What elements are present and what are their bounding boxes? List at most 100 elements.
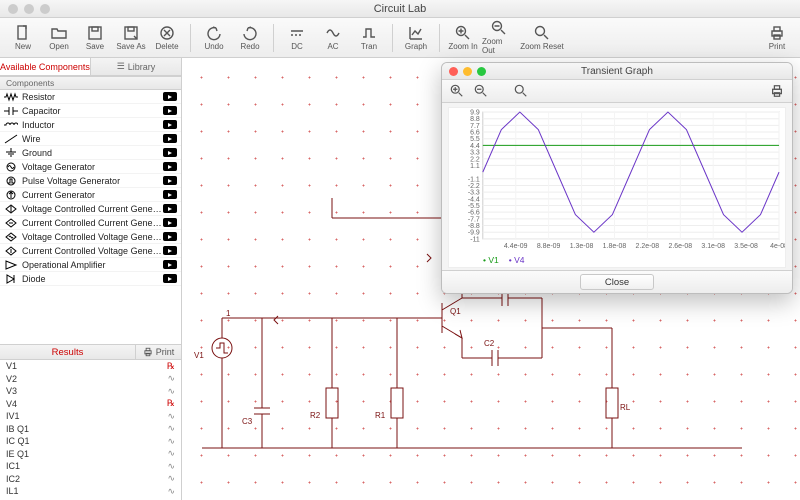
result-row[interactable]: V4℞ [0,398,181,411]
saveas-button[interactable]: Save As [114,20,148,56]
component-item-vcvg[interactable]: Voltage Controlled Voltage Generator [0,230,181,244]
graph-close-button[interactable]: Close [580,274,654,290]
component-item-capacitor[interactable]: Capacitor [0,104,181,118]
zoomreset-button[interactable]: Zoom Reset [518,20,566,56]
tab-available-components[interactable]: Available Components [0,58,91,75]
graph-print-button[interactable] [768,82,786,100]
result-row[interactable]: V2∿ [0,373,181,386]
play-badge-icon[interactable] [163,148,177,157]
main-toolbar: New Open Save Save As Delete Undo Redo D… [0,18,800,58]
component-item-resistor[interactable]: Resistor [0,90,181,104]
ac-button[interactable]: AC [316,20,350,56]
play-badge-icon[interactable] [163,246,177,255]
graph-min-dot[interactable] [463,67,472,76]
new-button[interactable]: New [6,20,40,56]
svg-text:1: 1 [226,309,231,318]
new-file-icon [15,25,31,41]
play-badge-icon[interactable] [163,120,177,129]
graph-zoomin-button[interactable] [448,82,466,100]
play-badge-icon[interactable] [163,92,177,101]
result-row[interactable]: IE Q1∿ [0,448,181,461]
results-print-button[interactable]: Print [135,345,181,359]
component-item-ground[interactable]: Ground [0,146,181,160]
component-item-vgen[interactable]: Voltage Generator [0,160,181,174]
play-badge-icon[interactable] [163,204,177,213]
save-button[interactable]: Save [78,20,112,56]
delete-button[interactable]: Delete [150,20,184,56]
result-label: V3 [6,386,155,396]
sidebar: Available Components ☰Library Components… [0,58,182,500]
svg-text:R2: R2 [310,411,321,420]
result-row[interactable]: IV1∿ [0,410,181,423]
dc-button[interactable]: DC [280,20,314,56]
svg-text:2.6e-08: 2.6e-08 [668,243,692,250]
diode-icon [4,273,18,285]
graph-close-dot[interactable] [449,67,458,76]
dc-icon [289,25,305,41]
result-glyph-icon: ∿ [155,423,175,434]
result-glyph-icon: ∿ [155,473,175,484]
component-item-igen[interactable]: Current Generator [0,188,181,202]
component-name: Resistor [22,92,163,102]
graph-zoomreset-button[interactable] [512,82,530,100]
play-badge-icon[interactable] [163,134,177,143]
print-button[interactable]: Print [760,20,794,56]
graph-zoom-dot[interactable] [477,67,486,76]
result-label: IB Q1 [6,424,155,434]
result-row[interactable]: IB Q1∿ [0,423,181,436]
play-badge-icon[interactable] [163,190,177,199]
play-badge-icon[interactable] [163,232,177,241]
play-badge-icon[interactable] [163,162,177,171]
component-item-diode[interactable]: Diode [0,272,181,286]
tab-library[interactable]: ☰Library [91,58,181,75]
results-header-label: Results [0,347,135,358]
result-row[interactable]: IC1∿ [0,460,181,473]
component-item-inductor[interactable]: Inductor [0,118,181,132]
play-badge-icon[interactable] [163,274,177,283]
result-label: V1 [6,361,155,371]
undo-button[interactable]: Undo [197,20,231,56]
svg-text:Q1: Q1 [450,307,461,316]
ac-icon [325,25,341,41]
play-badge-icon[interactable] [163,260,177,269]
component-item-opamp[interactable]: Operational Amplifier [0,258,181,272]
zoom-window-dot[interactable] [40,4,50,14]
zoomout-label: Zoom Out [482,37,516,55]
redo-button[interactable]: Redo [233,20,267,56]
igen-icon [4,189,18,201]
component-item-pulse[interactable]: Pulse Voltage Generator [0,174,181,188]
close-window-dot[interactable] [8,4,18,14]
play-badge-icon[interactable] [163,106,177,115]
tran-icon [361,25,377,41]
vcig-icon [4,203,18,215]
component-item-vcig[interactable]: Voltage Controlled Current Generator [0,202,181,216]
tran-button[interactable]: Tran [352,20,386,56]
window-controls [8,4,50,14]
open-button[interactable]: Open [42,20,76,56]
play-badge-icon[interactable] [163,176,177,185]
play-badge-icon[interactable] [163,218,177,227]
component-item-wire[interactable]: Wire [0,132,181,146]
component-name: Inductor [22,120,163,130]
component-name: Current Controlled Current Generator [22,218,163,228]
component-item-ccig[interactable]: Current Controlled Current Generator [0,216,181,230]
result-row[interactable]: IL1∿ [0,485,181,498]
transient-graph-window[interactable]: Transient Graph 9.98.87.76.65.54.43.32.2… [441,62,793,294]
zoomout-button[interactable]: Zoom Out [482,20,516,56]
delete-icon [159,25,175,41]
minimize-window-dot[interactable] [24,4,34,14]
result-row[interactable]: IC2∿ [0,473,181,486]
result-row[interactable]: V3∿ [0,385,181,398]
save-label: Save [86,42,104,51]
ccvg-icon [4,245,18,257]
result-label: IC2 [6,474,155,484]
result-row[interactable]: IC Q1∿ [0,435,181,448]
graph-zoomout-button[interactable] [472,82,490,100]
graph-button[interactable]: Graph [399,20,433,56]
result-row[interactable]: V1℞ [0,360,181,373]
zoomin-button[interactable]: Zoom In [446,20,480,56]
graph-titlebar[interactable]: Transient Graph [442,63,792,80]
component-item-ccvg[interactable]: Current Controlled Voltage Generator [0,244,181,258]
result-label: IC1 [6,461,155,471]
print-small-icon [143,347,153,357]
